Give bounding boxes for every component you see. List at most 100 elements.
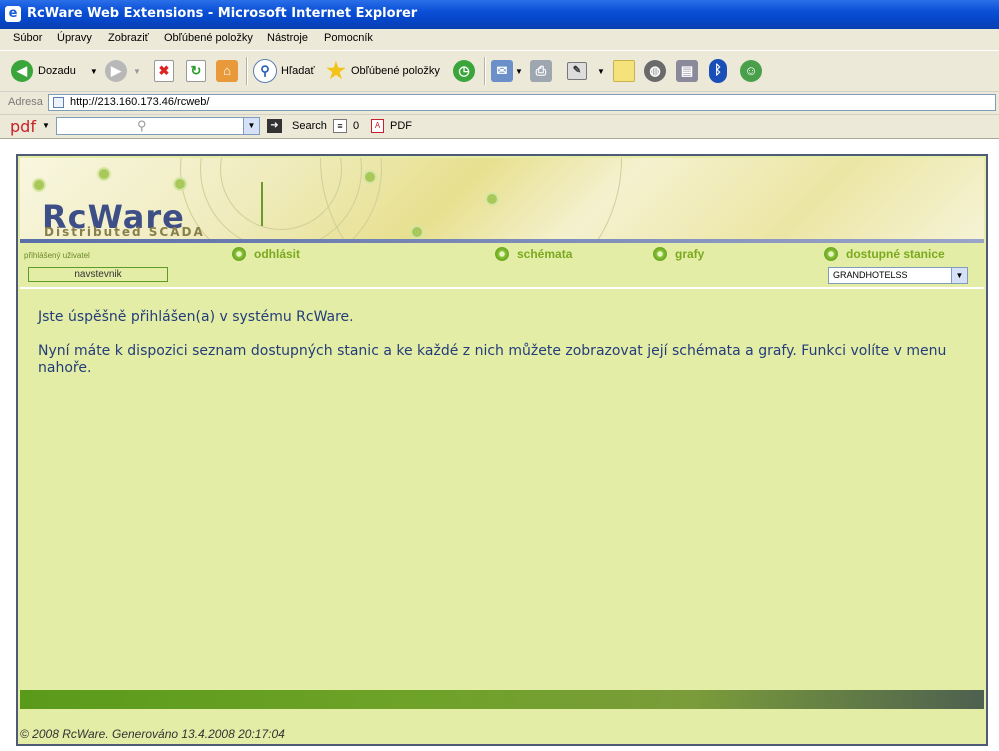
nav-charts-label[interactable]: grafy [675,247,704,261]
menu-favorites[interactable]: Obľúbené položky [164,32,253,44]
footer-text: © 2008 RcWare. Generováno 13.4.2008 20:1… [20,727,285,741]
pdf-search-button[interactable]: Search [292,120,327,132]
contacts-button[interactable]: ☺ [740,57,762,85]
document-icon[interactable]: ≡ [333,119,347,133]
research-button[interactable]: ▤ [676,57,698,85]
page-frame: RcWare Distributed SCADA přihlášený uživ… [16,154,988,746]
address-label: Adresa [8,96,43,108]
mail-button[interactable]: ✉ ▼ [491,57,523,85]
chevron-down-icon: ▼ [133,66,141,76]
search-label: Hľadať [281,65,315,77]
pdf-count: 0 [353,120,360,132]
antenna-line [261,182,263,226]
decorative-dot [485,192,499,206]
instructions-message: Nyní máte k dispozici seznam dostupných … [38,343,947,376]
pdf-logo[interactable]: pdf [10,117,36,136]
nav-logout-label[interactable]: odhlásit [254,247,300,261]
bluetooth-icon: ᛒ [709,59,727,83]
nav-stations-label[interactable]: dostupné stanice [846,247,945,261]
search-icon: ⚲ [137,118,147,133]
menu-tools[interactable]: Nástroje [267,32,308,44]
people-icon: ☺ [740,60,762,82]
favorites-button[interactable]: ★ Obľúbené položky [325,57,440,85]
menu-bar: Súbor Úpravy Zobraziť Obľúbené položky N… [0,29,999,50]
navigation-bar: přihlášený uživatel navstevnik odhlásit … [20,243,984,287]
decorative-dot [173,177,187,191]
chevron-down-icon[interactable]: ▼ [243,118,259,134]
back-button[interactable]: ◀ Dozadu ▼ [11,57,98,85]
user-label: přihlášený uživatel [24,251,90,260]
decorative-dot [32,178,46,192]
star-icon: ★ [326,58,346,83]
history-button[interactable]: ◷ [453,57,475,85]
nav-stations[interactable]: dostupné stanice [824,247,945,261]
stop-button[interactable]: ✖ [154,57,174,85]
note-icon [613,60,635,82]
nav-schemas[interactable]: schémata [495,247,572,261]
arrow-right-icon[interactable]: ➜ [267,119,282,133]
pdf-search-input[interactable]: ⚲ ▼ [56,117,260,135]
standard-toolbar: ◀ Dozadu ▼ ▶ ▼ ✖ ↻ ⌂ ⚲ Hľadať ★ Obľúbené… [0,50,999,91]
page-icon [53,97,64,108]
menu-view[interactable]: Zobraziť [108,32,149,44]
nav-logout[interactable]: odhlásit [232,247,300,261]
header-banner: RcWare Distributed SCADA [20,158,984,239]
menu-edit[interactable]: Úpravy [57,32,92,44]
search-button[interactable]: ⚲ Hľadať [253,57,315,85]
refresh-button[interactable]: ↻ [186,57,206,85]
messenger-button[interactable]: ◍ [644,57,666,85]
globe-icon: ◍ [644,60,666,82]
station-select-value: GRANDHOTELSS [833,270,908,280]
favorites-label: Obľúbené položky [351,65,440,77]
menu-file[interactable]: Súbor [13,32,42,44]
window-title: RcWare Web Extensions - Microsoft Intern… [27,6,418,21]
bullet-icon [824,247,838,261]
search-icon: ⚲ [253,59,277,83]
bullet-icon [495,247,509,261]
chevron-down-icon[interactable]: ▼ [42,121,50,130]
chevron-down-icon: ▼ [89,66,98,76]
footer-bar [20,690,984,709]
bullet-icon [653,247,667,261]
discuss-button[interactable] [613,57,635,85]
bluetooth-button[interactable]: ᛒ [709,57,727,85]
user-name: navstevnik [28,267,168,282]
research-icon: ▤ [676,60,698,82]
chevron-down-icon: ▼ [515,66,523,76]
decorative-dot [97,167,111,181]
menu-help[interactable]: Pomocník [324,32,373,44]
edit-button[interactable]: ✎ ▼ [567,57,605,85]
pdf-toolbar: pdf ▼ ⚲ ▼ ➜ Search ≡ 0 A PDF [0,114,999,138]
address-bar: Adresa http://213.160.173.46/rcweb/ [0,91,999,114]
chevron-down-icon: ▼ [597,66,605,76]
nav-divider [20,287,984,289]
history-icon: ◷ [453,60,475,82]
print-button[interactable]: ⎙ [530,57,552,85]
edit-icon: ✎ [567,62,587,80]
refresh-icon: ↻ [186,60,206,82]
pdf-button[interactable]: PDF [390,120,412,132]
mail-icon: ✉ [491,60,513,82]
home-icon: ⌂ [216,60,238,82]
bullet-icon [232,247,246,261]
window-title-bar: e RcWare Web Extensions - Microsoft Inte… [0,0,999,29]
forward-arrow-icon: ▶ [105,60,127,82]
internet-explorer-icon: e [5,6,21,22]
printer-icon: ⎙ [530,60,552,82]
back-label: Dozadu [38,65,76,77]
rcware-logo-subtitle: Distributed SCADA [44,225,205,239]
login-success-message: Jste úspěšně přihlášen(a) v systému RcWa… [38,309,354,325]
nav-schemas-label[interactable]: schémata [517,247,572,261]
decorative-dot [410,225,424,239]
home-button[interactable]: ⌂ [216,57,238,85]
address-input[interactable]: http://213.160.173.46/rcweb/ [48,94,996,111]
nav-charts[interactable]: grafy [653,247,704,261]
stop-icon: ✖ [154,60,174,82]
back-arrow-icon: ◀ [11,60,33,82]
station-select[interactable]: GRANDHOTELSS ▼ [828,267,968,284]
decorative-dot [363,170,377,184]
forward-button[interactable]: ▶ ▼ [105,57,141,85]
chevron-down-icon[interactable]: ▼ [951,268,967,283]
address-url[interactable]: http://213.160.173.46/rcweb/ [70,96,209,108]
pdf-file-icon[interactable]: A [371,119,384,133]
